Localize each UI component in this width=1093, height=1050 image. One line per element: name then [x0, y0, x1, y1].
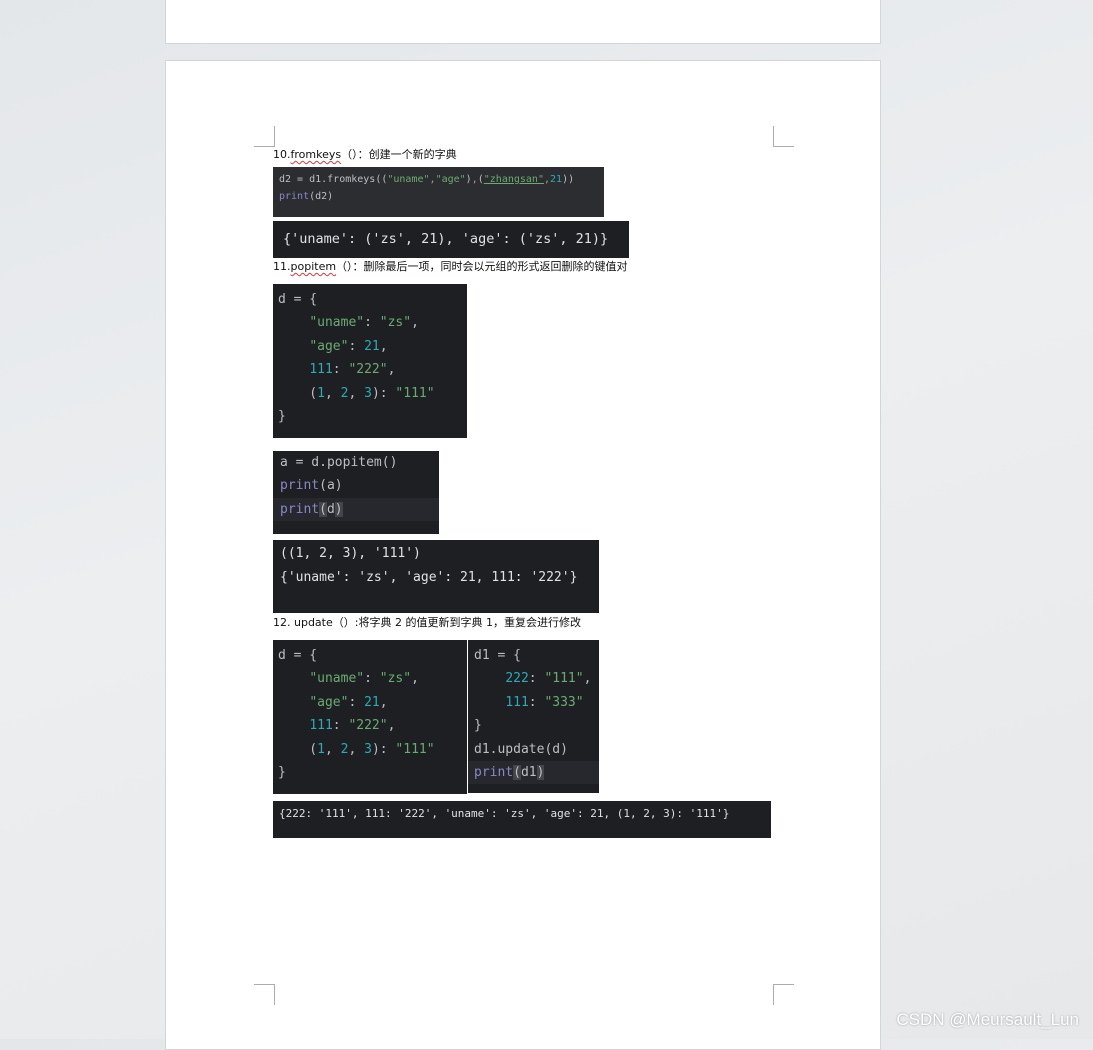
previous-page: [165, 0, 881, 44]
code-line: a = d.popitem(): [280, 455, 398, 470]
heading-fromkeys: 10.fromkeys（）：创建一个新的字典: [273, 148, 457, 162]
heading-description: （）:将字典 2 的值更新到字典 1，重复会进行修改: [332, 616, 581, 629]
output-text: {'uname': ('zs', 21), 'age': ('zs', 21)}: [283, 231, 609, 247]
code-line: "uname": "zs",: [309, 315, 419, 331]
code-line: }: [278, 409, 286, 425]
margin-corner-bottom-left: [254, 984, 275, 1005]
heading-description: （）：创建一个新的字典: [341, 148, 457, 161]
code-line-current: print(d): [273, 497, 439, 522]
code-line: "age": 21,: [309, 338, 388, 354]
output-line: ((1, 2, 3), '111'): [280, 546, 421, 561]
output-line: {'uname': 'zs', 'age': 21, 111: '222'}: [280, 570, 578, 585]
heading-method: update: [294, 616, 333, 629]
code-line: 222: "111",: [505, 671, 592, 687]
code-line: d1 = {: [474, 648, 521, 663]
heading-method: fromkeys: [290, 148, 342, 161]
code-line: "age": 21,: [309, 694, 388, 710]
code-line: 111: "333": [505, 694, 584, 710]
code-line: d = {: [278, 292, 318, 307]
heading-update: 12. update（）:将字典 2 的值更新到字典 1，重复会进行修改: [273, 616, 581, 630]
code-block-fromkeys: d2 = d1.fromkeys(("uname","age"),("zhang…: [273, 167, 604, 217]
watermark: CSDN @Meursault_Lun: [896, 1010, 1079, 1029]
heading-number: 11.: [273, 260, 291, 273]
code-line: }: [474, 718, 482, 734]
code-block-update: d1 = { 222: "111", 111: "333"} d1.update(…: [468, 640, 599, 793]
code-line: d2 = d1.fromkeys(("uname","age"),("zhang…: [279, 174, 575, 185]
code-line: d = {: [278, 648, 318, 663]
code-line: (1, 2, 3): "111": [278, 385, 435, 401]
code-line: 111: "222",: [309, 718, 396, 734]
code-line-current: print(d1): [468, 761, 599, 785]
code-line: }: [278, 765, 286, 781]
heading-number: 12.: [273, 616, 294, 629]
margin-corner-bottom-right: [773, 984, 794, 1005]
code-line: print(d2): [279, 191, 334, 202]
heading-popitem: 11.popitem（）：删除最后一项，同时会以元组的形式返回删除的键值对: [273, 260, 628, 274]
code-block-popitem: a = d.popitem() print(a) print(d): [273, 451, 439, 534]
heading-description: （）：删除最后一项，同时会以元组的形式返回删除的键值对: [336, 260, 628, 273]
output-block-update: {222: '111', 111: '222', 'uname': 'zs', …: [273, 801, 771, 838]
output-block-popitem: ((1, 2, 3), '111') {'uname': 'zs', 'age':…: [273, 540, 599, 613]
code-line: 111: "222",: [309, 362, 396, 378]
heading-number: 10.: [273, 148, 291, 161]
code-line: print(a): [280, 478, 343, 494]
output-block-fromkeys: {'uname': ('zs', 21), 'age': ('zs', 21)}: [273, 221, 629, 258]
output-text: {222: '111', 111: '222', 'uname': 'zs', …: [279, 807, 730, 820]
code-block-dict: d = { "uname": "zs", "age": 21, 111: "22…: [273, 284, 467, 438]
code-block-dict-d: d = { "uname": "zs", "age": 21, 111: "22…: [273, 640, 467, 794]
margin-corner-top-left: [254, 126, 275, 147]
code-line: "uname": "zs",: [309, 671, 419, 687]
code-line: d1.update(d): [474, 741, 568, 757]
heading-method: popitem: [290, 260, 337, 273]
code-line: (1, 2, 3): "111": [278, 741, 435, 757]
margin-corner-top-right: [773, 126, 794, 147]
